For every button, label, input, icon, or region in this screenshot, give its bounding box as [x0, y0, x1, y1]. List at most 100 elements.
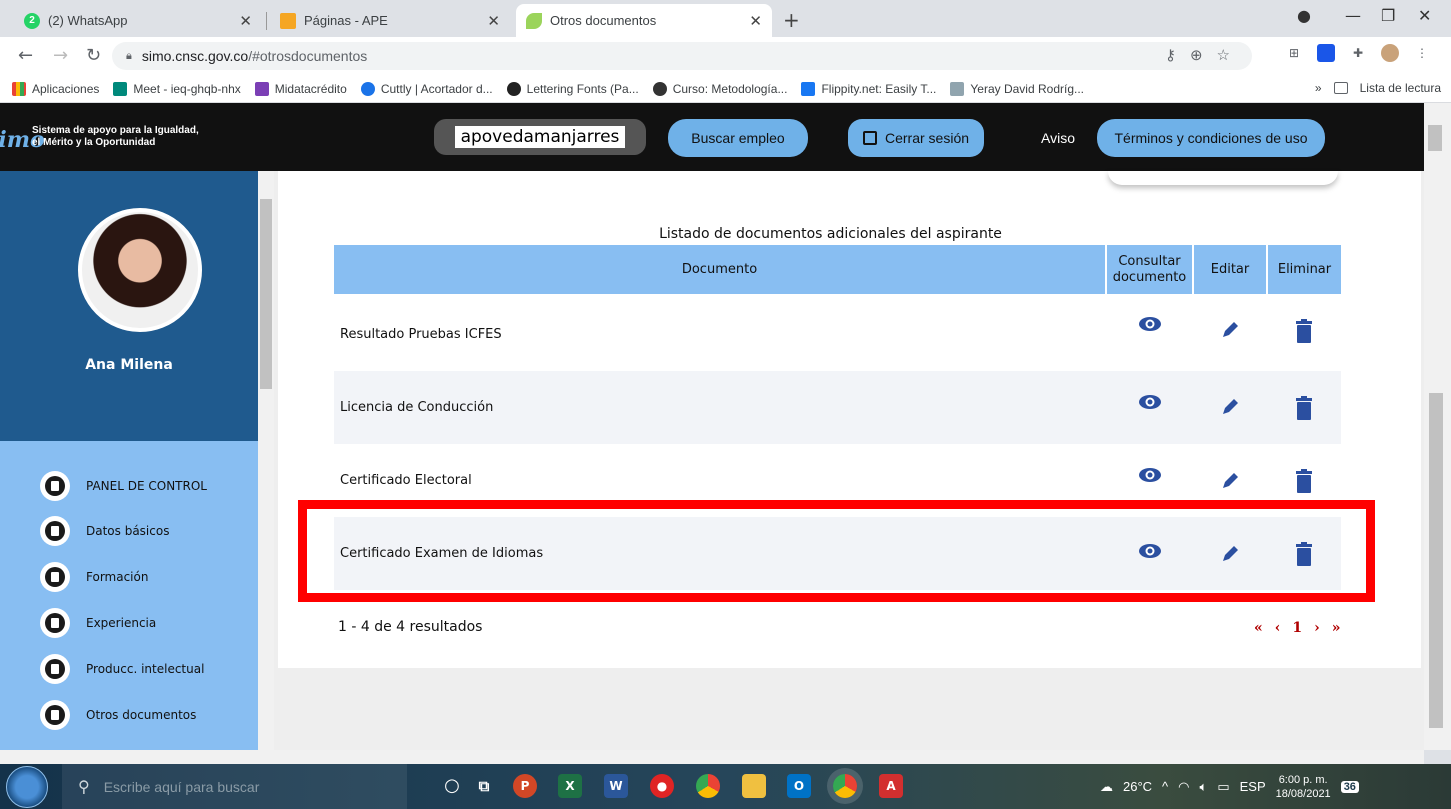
trash-icon[interactable]	[1296, 396, 1312, 420]
bookmark-lettering[interactable]: Lettering Fonts (Pa...	[506, 81, 639, 96]
acrobat-icon[interactable]: A	[879, 774, 903, 798]
close-tab-icon[interactable]: ✕	[239, 12, 252, 30]
terminos-button[interactable]: Términos y condiciones de uso	[1097, 119, 1325, 157]
grid-extension-icon[interactable]: ⊞	[1285, 44, 1303, 62]
bookmark-cuttly[interactable]: Cuttly | Acortador d...	[360, 81, 493, 96]
taskbar-search[interactable]: ⚲ Escribe aquí para buscar	[62, 764, 407, 809]
close-tab-icon[interactable]: ✕	[487, 12, 500, 30]
media-player-icon[interactable]: ●	[650, 774, 674, 798]
weather-temp[interactable]: 26°C	[1123, 779, 1152, 794]
yeray-icon	[950, 81, 965, 96]
bookmark-label: Curso: Metodología...	[672, 81, 788, 96]
more-menu-icon[interactable]: ⋮	[1413, 44, 1431, 62]
new-tab-button[interactable]: +	[783, 8, 800, 32]
outlook-icon[interactable]: O	[787, 774, 811, 798]
reload-icon[interactable]: ↻	[86, 45, 101, 66]
tagline-line2: el Mérito y la Oportunidad	[32, 137, 156, 148]
zoom-icon[interactable]: ⊕	[1190, 46, 1203, 64]
key-icon[interactable]: ⚷	[1165, 46, 1176, 64]
sidebar-item-label: Datos básicos	[86, 524, 170, 538]
bookmark-midatacredito[interactable]: Midatacrédito	[254, 81, 347, 96]
forward-icon[interactable]: →	[53, 45, 68, 66]
sidebar-item-label: Otros documentos	[86, 708, 197, 722]
bookmarks-bar: Aplicaciones Meet - ieq-ghqb-nhx Midatac…	[0, 75, 1451, 103]
next-page-button[interactable]: ›	[1314, 620, 1320, 636]
ape-icon	[280, 12, 296, 29]
current-page[interactable]: 1	[1292, 620, 1302, 636]
star-icon[interactable]: ☆	[1217, 46, 1230, 64]
tab-whatsapp[interactable]: 2 (2) WhatsApp ✕	[14, 4, 262, 37]
bitly-extension-icon[interactable]	[1317, 44, 1335, 62]
battery-icon[interactable]: ▭	[1217, 779, 1229, 795]
buscar-empleo-button[interactable]: Buscar empleo	[668, 119, 808, 157]
trash-icon[interactable]	[1296, 469, 1312, 493]
reading-list-button[interactable]: Lista de lectura	[1360, 81, 1441, 95]
chrome-icon[interactable]	[696, 774, 720, 798]
sidebar-item-otros-documentos[interactable]: Otros documentos	[40, 700, 196, 730]
task-view-icon[interactable]: ⧉	[472, 774, 496, 798]
close-tab-icon[interactable]: ✕	[749, 12, 762, 30]
clock[interactable]: 6:00 p. m. 18/08/2021	[1276, 773, 1331, 801]
eye-icon[interactable]	[1138, 316, 1162, 332]
last-page-button[interactable]: »	[1332, 620, 1341, 636]
close-window-icon[interactable]: ✕	[1418, 6, 1431, 25]
profile-indicator-icon[interactable]: ●	[1297, 6, 1311, 25]
scrollbar-thumb[interactable]	[260, 199, 272, 389]
aviso-link[interactable]: Aviso	[1041, 130, 1075, 146]
sidebar-item-producc-intelectual[interactable]: Producc. intelectual	[40, 654, 204, 684]
horizontal-scrollbar[interactable]	[0, 750, 1424, 764]
first-page-button[interactable]: «	[1254, 620, 1263, 636]
trash-icon[interactable]	[1296, 319, 1312, 343]
minimize-icon[interactable]: —	[1345, 6, 1361, 25]
table-row: Resultado Pruebas ICFES	[334, 298, 1341, 371]
start-button[interactable]	[6, 766, 48, 808]
url-path: /#otrosdocumentos	[248, 48, 368, 64]
file-explorer-icon[interactable]	[742, 774, 766, 798]
more-bookmarks-icon[interactable]: »	[1315, 81, 1322, 95]
bookmark-meet[interactable]: Meet - ieq-ghqb-nhx	[113, 81, 241, 96]
cerrar-sesion-button[interactable]: Cerrar sesión	[848, 119, 984, 157]
meet-icon	[113, 81, 128, 96]
sidebar-scrollbar[interactable]	[258, 171, 274, 750]
scrollbar-thumb[interactable]	[1429, 393, 1443, 728]
pencil-icon[interactable]	[1221, 321, 1239, 339]
cortana-icon[interactable]: ○	[440, 774, 464, 798]
sidebar-item-datos-basicos[interactable]: Datos básicos	[40, 516, 169, 546]
main-content: Listado de documentos adicionales del as…	[274, 171, 1424, 750]
word-icon[interactable]: W	[604, 774, 628, 798]
pencil-icon[interactable]	[1221, 398, 1239, 416]
tab-title: Otros documentos	[550, 13, 657, 28]
excel-icon[interactable]: X	[558, 774, 582, 798]
profile-avatar-icon[interactable]	[1381, 44, 1399, 62]
volume-icon[interactable]: 🔈︎	[1200, 779, 1208, 795]
notifications-icon[interactable]: 36	[1340, 780, 1359, 793]
weather-cloud-icon: ☁	[1100, 778, 1113, 794]
bookmark-yeray[interactable]: Yeray David Rodríg...	[950, 81, 1084, 96]
chrome-active-icon[interactable]	[833, 774, 857, 798]
puzzle-extensions-icon[interactable]: ✚	[1349, 44, 1367, 62]
sidebar-item-experiencia[interactable]: Experiencia	[40, 608, 156, 638]
pencil-icon[interactable]	[1221, 472, 1239, 490]
sidebar-item-formacion[interactable]: Formación	[40, 562, 148, 592]
apps-grid-icon	[12, 81, 26, 96]
language-indicator[interactable]: ESP	[1240, 779, 1266, 794]
header-scrollbar[interactable]	[1424, 103, 1451, 171]
prev-page-button[interactable]: ‹	[1275, 620, 1281, 636]
main-scrollbar[interactable]	[1424, 171, 1451, 750]
eye-icon[interactable]	[1138, 394, 1162, 410]
scrollbar-thumb[interactable]	[1428, 125, 1442, 151]
back-icon[interactable]: ←	[18, 45, 33, 66]
address-bar[interactable]: 🔒︎ simo.cnsc.gov.co/#otrosdocumentos ⚷ ⊕…	[112, 42, 1252, 70]
sidebar-item-panel-de-control[interactable]: PANEL DE CONTROL	[40, 471, 207, 501]
bookmark-curso[interactable]: Curso: Metodología...	[652, 81, 788, 96]
powerpoint-icon[interactable]: P	[513, 774, 537, 798]
tab-paginas-ape[interactable]: Páginas - APE ✕	[270, 4, 510, 37]
eye-icon[interactable]	[1138, 467, 1162, 483]
bookmark-flippity[interactable]: Flippity.net: Easily T...	[801, 81, 936, 96]
restore-icon[interactable]: ❐	[1381, 6, 1395, 25]
chevron-up-icon[interactable]: ^	[1162, 779, 1168, 794]
tab-otros-documentos[interactable]: Otros documentos ✕	[516, 4, 772, 37]
bookmark-apps[interactable]: Aplicaciones	[12, 81, 100, 96]
network-icon[interactable]: ◠	[1178, 779, 1189, 795]
bookmark-label: Aplicaciones	[32, 81, 100, 96]
